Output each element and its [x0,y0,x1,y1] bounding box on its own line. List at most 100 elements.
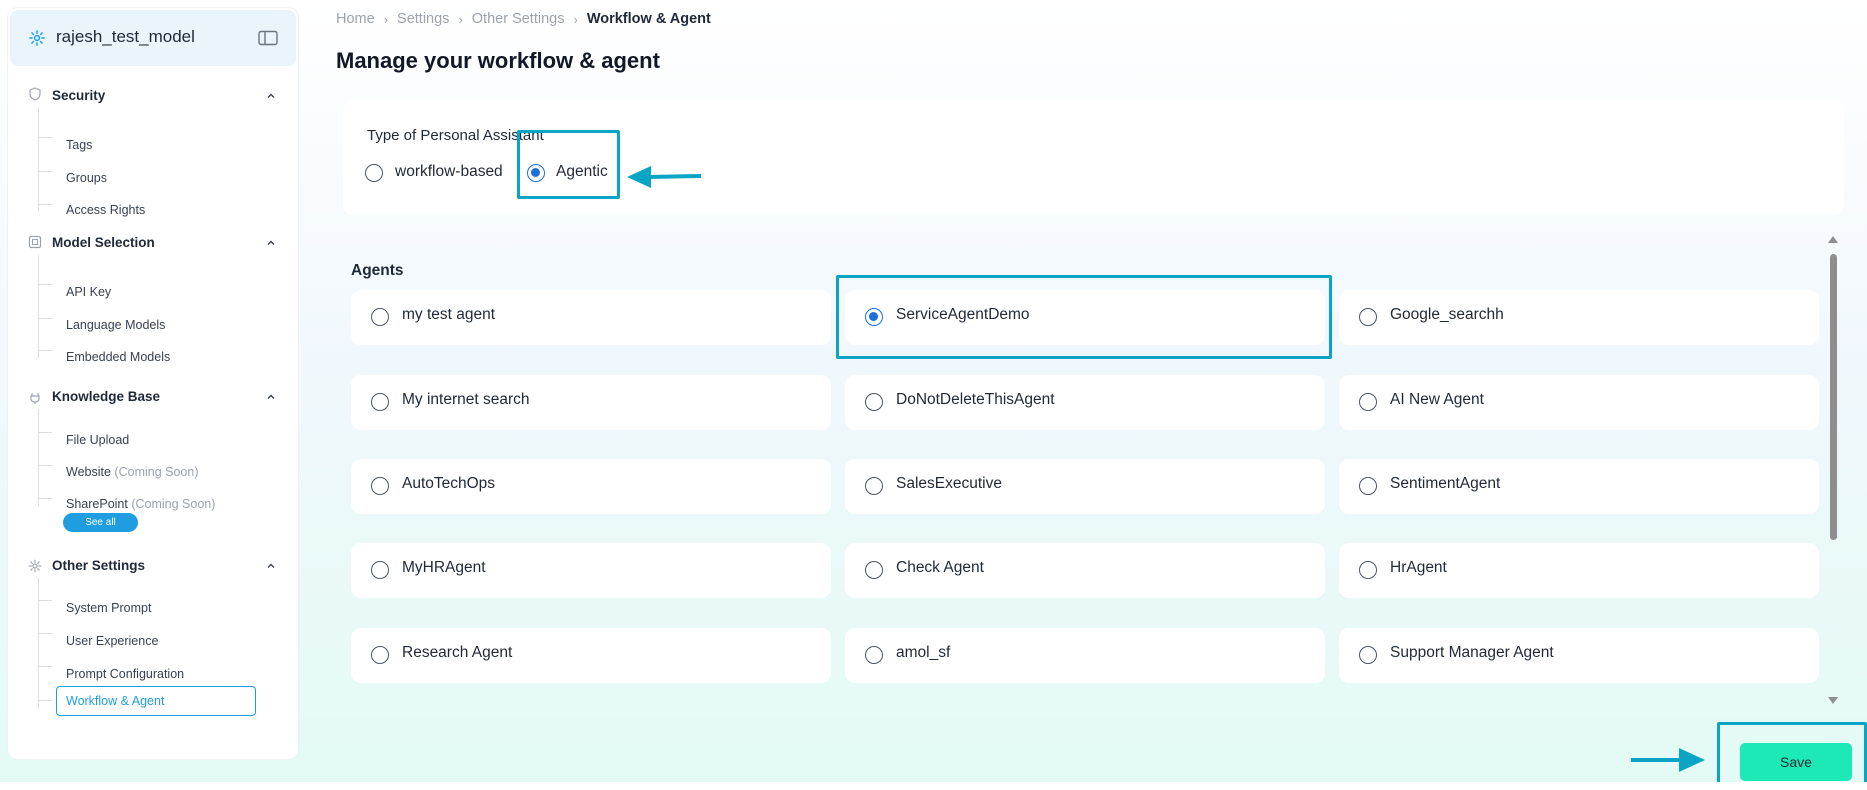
section-model-selection[interactable]: Model Selection [52,235,155,250]
agent-label[interactable]: HrAgent [1390,559,1447,577]
agent-radio[interactable] [1359,646,1377,664]
page-title: Manage your workflow & agent [336,48,660,73]
agent-radio[interactable] [371,646,389,664]
agent-radio[interactable] [865,308,883,326]
model-header[interactable]: rajesh_test_model [10,10,296,66]
settings-gear-icon [29,30,45,46]
chevron-right-icon: › [573,11,578,27]
scroll-up-icon[interactable] [1827,234,1839,244]
option-workflow-based-label[interactable]: workflow-based [395,163,503,181]
square-icon [28,235,42,249]
breadcrumb-current: Workflow & Agent [586,11,711,27]
agent-card[interactable]: My internet search [351,375,831,430]
app: rajesh_test_model Security Tags Groups A… [0,0,1867,790]
nav-website[interactable]: Website (Coming Soon) [66,465,199,479]
agent-label[interactable]: AutoTechOps [402,475,495,493]
coming-soon-label: (Coming Soon) [114,465,199,479]
breadcrumb: Home › Settings › Other Settings › Workf… [336,11,711,27]
chevron-right-icon: › [458,11,463,27]
agent-radio[interactable] [371,561,389,579]
sidebar: rajesh_test_model Security Tags Groups A… [8,8,298,759]
nav-language-models[interactable]: Language Models [66,318,165,332]
agent-label[interactable]: amol_sf [896,644,950,662]
section-knowledge-base[interactable]: Knowledge Base [52,389,160,404]
agent-label[interactable]: SalesExecutive [896,475,1002,493]
agent-label[interactable]: ServiceAgentDemo [896,306,1030,324]
agent-radio[interactable] [371,477,389,495]
nav-groups[interactable]: Groups [66,171,107,185]
agent-label[interactable]: Check Agent [896,559,984,577]
scroll-thumb[interactable] [1830,254,1837,540]
agent-card[interactable]: ServiceAgentDemo [845,290,1325,345]
agent-card[interactable]: SentimentAgent [1339,459,1819,514]
gear-icon [28,559,42,573]
section-security[interactable]: Security [52,88,105,103]
agent-card[interactable]: Google_searchh [1339,290,1819,345]
panel-toggle-icon[interactable] [258,30,278,46]
agent-label[interactable]: DoNotDeleteThisAgent [896,391,1055,409]
agent-radio[interactable] [371,308,389,326]
section-other-settings[interactable]: Other Settings [52,558,145,573]
agent-radio[interactable] [1359,477,1377,495]
agent-radio[interactable] [865,561,883,579]
chevron-up-icon[interactable] [266,392,276,402]
breadcrumb-other-settings[interactable]: Other Settings [472,11,565,27]
agents-section: Agents my test agent ServiceAgentDemo Goog… [343,232,1843,712]
agent-label[interactable]: SentimentAgent [1390,475,1500,493]
nav-system-prompt[interactable]: System Prompt [66,601,151,615]
nav-sharepoint[interactable]: SharePoint (Coming Soon) [66,497,215,511]
arrow-right-icon [1631,748,1705,772]
breadcrumb-home[interactable]: Home [336,11,375,27]
nav-workflow-agent[interactable]: Workflow & Agent [56,686,256,716]
nav-prompt-configuration[interactable]: Prompt Configuration [66,667,184,681]
agent-radio[interactable] [1359,561,1377,579]
bottom-strip [0,782,1867,790]
agent-label[interactable]: AI New Agent [1390,391,1484,409]
agent-card[interactable]: DoNotDeleteThisAgent [845,375,1325,430]
agent-card[interactable]: Research Agent [351,628,831,683]
agent-radio[interactable] [865,393,883,411]
chevron-up-icon[interactable] [266,238,276,248]
agent-card[interactable]: Support Manager Agent [1339,628,1819,683]
agent-card[interactable]: my test agent [351,290,831,345]
agents-scrollbar[interactable] [1826,234,1840,708]
nav-user-experience[interactable]: User Experience [66,634,158,648]
agent-card[interactable]: amol_sf [845,628,1325,683]
nav-tags[interactable]: Tags [66,138,92,152]
agent-label[interactable]: Google_searchh [1390,306,1504,324]
radio-workflow-based[interactable] [365,164,383,182]
agent-radio[interactable] [865,646,883,664]
chevron-up-icon[interactable] [266,91,276,101]
see-all-button[interactable]: See all [63,513,138,532]
nav-embedded-models[interactable]: Embedded Models [66,350,170,364]
agent-card[interactable]: AI New Agent [1339,375,1819,430]
nav-api-key[interactable]: API Key [66,285,111,299]
agent-card[interactable]: HrAgent [1339,543,1819,598]
nav-website-label: Website [66,465,111,479]
agent-label[interactable]: Support Manager Agent [1390,644,1554,662]
agent-card[interactable]: MyHRAgent [351,543,831,598]
agent-radio[interactable] [371,393,389,411]
arrow-left-icon [627,166,702,188]
nav-file-upload[interactable]: File Upload [66,433,129,447]
agent-label[interactable]: MyHRAgent [402,559,486,577]
agent-label[interactable]: My internet search [402,391,530,409]
agent-radio[interactable] [1359,393,1377,411]
agent-label[interactable]: Research Agent [402,644,512,662]
coming-soon-label: (Coming Soon) [131,497,216,511]
nav-access-rights[interactable]: Access Rights [66,203,145,217]
save-button[interactable]: Save [1740,743,1852,781]
agent-card[interactable]: AutoTechOps [351,459,831,514]
chevron-up-icon[interactable] [266,561,276,571]
agent-card[interactable]: Check Agent [845,543,1325,598]
plug-icon [30,393,40,404]
breadcrumb-settings[interactable]: Settings [397,11,449,27]
option-agentic-label[interactable]: Agentic [556,163,608,181]
scroll-down-icon[interactable] [1827,696,1839,706]
chevron-right-icon: › [383,11,389,27]
agent-radio[interactable] [1359,308,1377,326]
agent-label[interactable]: my test agent [402,306,495,324]
agent-card[interactable]: SalesExecutive [845,459,1325,514]
radio-agentic[interactable] [527,164,545,182]
agent-radio[interactable] [865,477,883,495]
